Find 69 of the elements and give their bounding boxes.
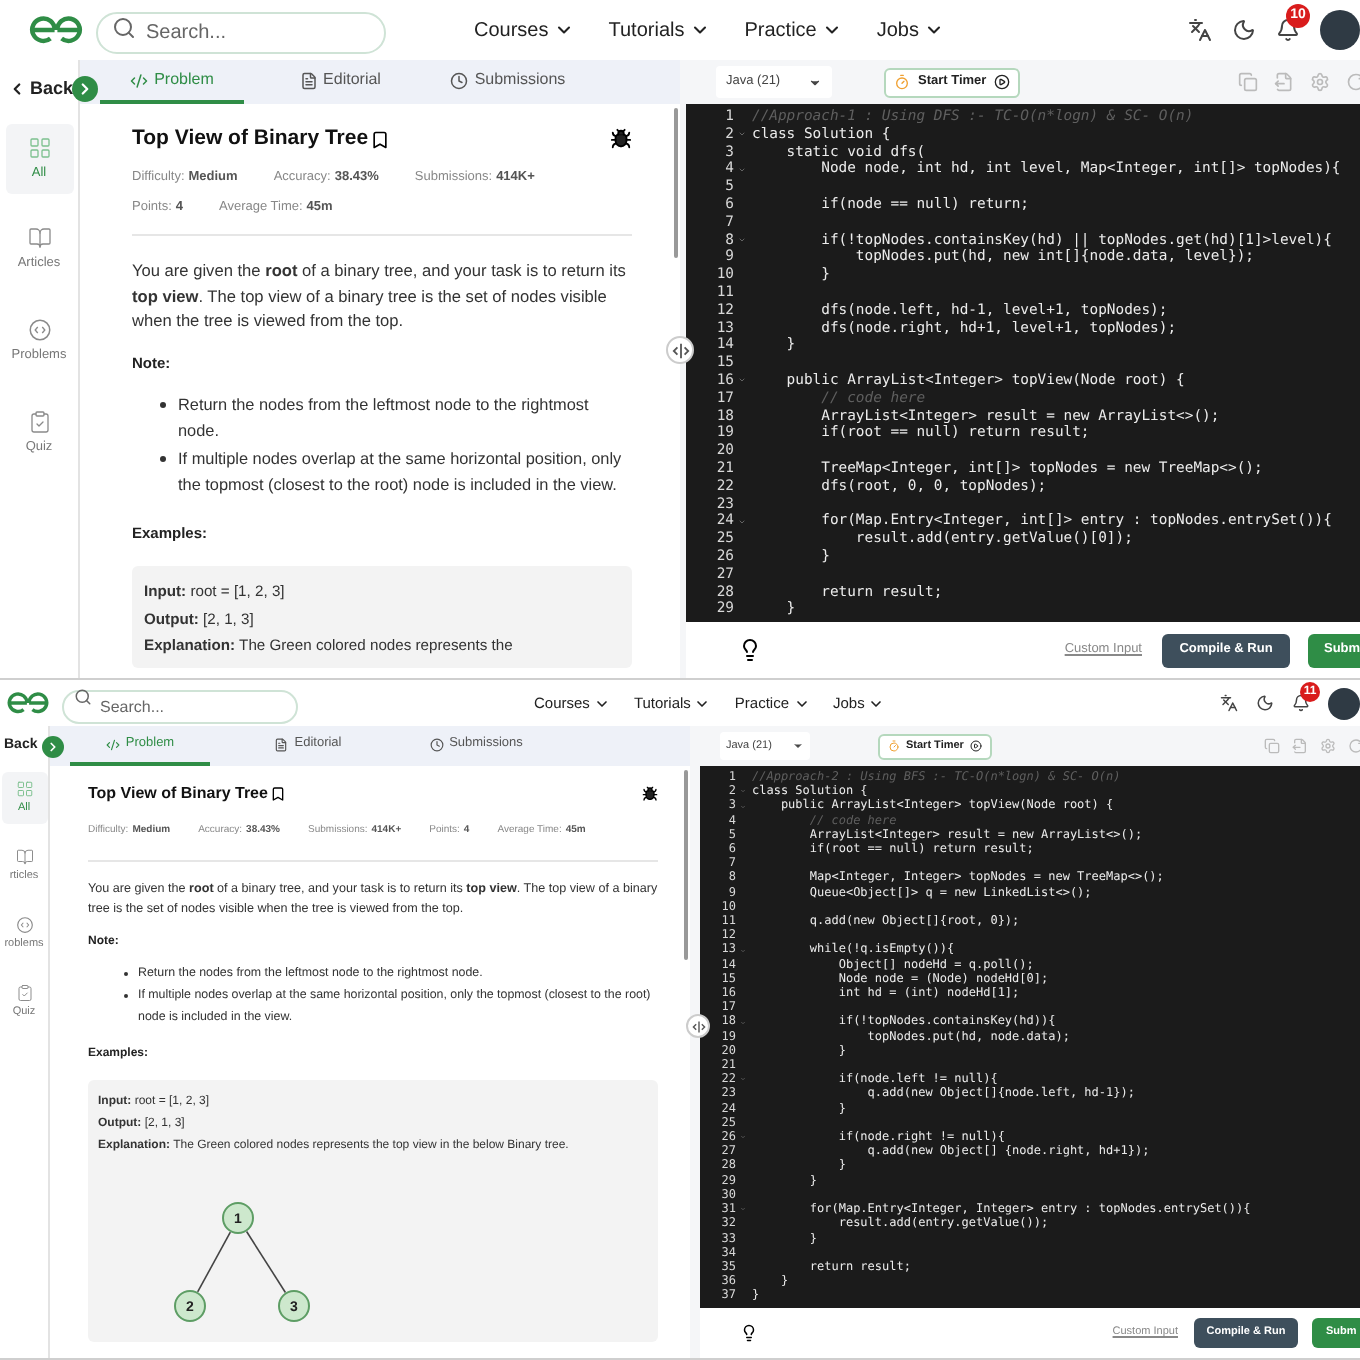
chevron-right-icon: [76, 80, 94, 98]
avatar[interactable]: [1328, 687, 1360, 719]
timer-icon: [888, 740, 900, 752]
caret-icon: [808, 75, 822, 89]
code-circle-icon: [27, 318, 51, 342]
moon-icon[interactable]: [1256, 694, 1274, 712]
bug-icon[interactable]: [610, 128, 632, 151]
resize-icon: [671, 341, 689, 359]
scrollbar[interactable]: [684, 770, 688, 960]
translate-icon[interactable]: [1188, 18, 1212, 42]
clipboard-icon: [15, 984, 33, 1003]
nav-menu[interactable]: Practice: [744, 15, 843, 45]
tree-edge: [245, 1230, 287, 1294]
search-field[interactable]: Search...: [96, 12, 386, 54]
note-text: Return the nodes from the leftmost node to the rightmost node.: [178, 394, 591, 444]
nav-menu[interactable]: Tutorials: [608, 15, 711, 45]
chevron-down-icon: [868, 695, 885, 711]
code-editor[interactable]: [686, 104, 1360, 622]
logo-icon[interactable]: [28, 16, 84, 44]
note-text: If multiple nodes overlap at the same horizontal position, only the topmost (closest to the root) node is included in the view.: [178, 448, 624, 498]
chevron-down-icon: [793, 695, 810, 711]
lightbulb-icon[interactable]: [740, 1324, 758, 1342]
book-icon: [27, 226, 51, 251]
nav-menu[interactable]: Jobs: [876, 15, 945, 45]
chevron-right-icon: [46, 740, 60, 754]
lightbulb-icon[interactable]: [738, 638, 762, 662]
logo-icon[interactable]: [6, 692, 50, 714]
expand-button[interactable]: [42, 736, 64, 758]
grid-icon: [27, 135, 51, 159]
problem-title: Top View of Binary Tree: [132, 124, 369, 154]
scrollbar[interactable]: [674, 108, 678, 258]
search-field[interactable]: Search...: [62, 689, 298, 723]
grid-icon: [15, 779, 33, 797]
bug-icon[interactable]: [642, 786, 658, 802]
document-icon: [274, 737, 289, 751]
play-circle-icon: [994, 74, 1011, 90]
code-icon: [105, 737, 120, 751]
clock-icon: [450, 71, 469, 89]
back-button[interactable]: Back: [0, 76, 74, 103]
problem-title: Top View of Binary Tree: [88, 782, 268, 806]
bell-icon[interactable]: [1276, 18, 1300, 42]
code-circle-icon: [15, 916, 33, 934]
avatar[interactable]: [1320, 10, 1360, 50]
moon-icon[interactable]: [1232, 18, 1256, 42]
expand-button[interactable]: [72, 76, 98, 102]
chevron-down-icon: [593, 695, 610, 711]
search-icon: [74, 687, 92, 705]
code-icon: [130, 71, 149, 89]
bookmark-icon[interactable]: [269, 786, 286, 802]
tab[interactable]: Submissions: [436, 60, 580, 104]
timer-icon: [894, 74, 910, 90]
translate-icon[interactable]: [1220, 694, 1238, 712]
search-icon: [112, 16, 136, 40]
nav-menu[interactable]: Courses: [474, 15, 575, 45]
tab[interactable]: Editorial: [268, 60, 412, 104]
play-circle-icon: [969, 740, 982, 752]
clipboard-icon: [27, 409, 51, 434]
bell-icon[interactable]: [1292, 694, 1310, 712]
caret-icon: [792, 740, 804, 752]
document-icon: [299, 71, 318, 89]
tree-edge: [196, 1231, 232, 1293]
resize-icon: [691, 1019, 705, 1033]
problem-description: You are given the root of a binary tree, and your task is to return its top view. The top view of a binary tree is the set of nodes visible when the tree is viewed from the top.: [132, 258, 628, 334]
chevron-down-icon: [694, 695, 711, 711]
clock-icon: [429, 737, 444, 751]
bookmark-icon[interactable]: [370, 129, 391, 150]
tab[interactable]: Problem: [100, 60, 244, 104]
chevron-left-icon: [8, 80, 26, 99]
book-icon: [15, 847, 33, 866]
